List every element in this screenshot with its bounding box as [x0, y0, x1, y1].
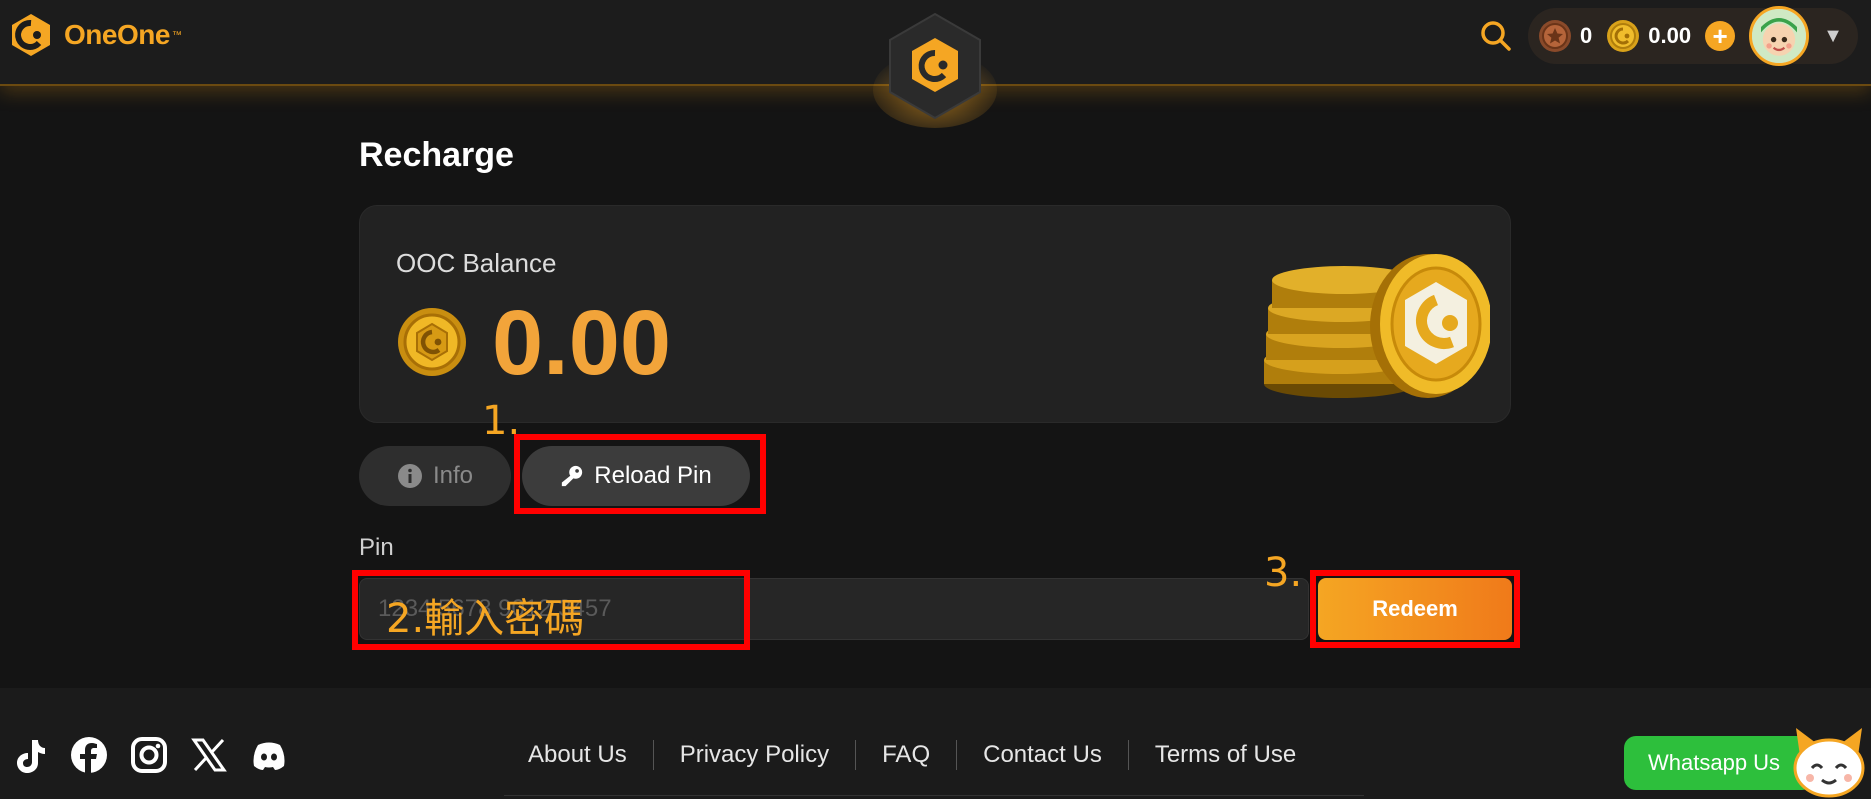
tab-info-label: Info: [432, 462, 474, 489]
user-avatar-icon: [1752, 9, 1807, 63]
brand-logo[interactable]: OneOne ™: [8, 12, 182, 58]
social-links: [10, 736, 310, 774]
center-logo-badge-icon: [873, 12, 997, 128]
pin-label: Pin: [359, 534, 394, 561]
cat-mascot-icon[interactable]: [1790, 726, 1868, 798]
footer-link-privacy-policy[interactable]: Privacy Policy: [654, 741, 855, 769]
wallet-balance-bar: 0 0.00 + ▼: [1528, 6, 1858, 66]
medal-balance: 0: [1580, 23, 1593, 48]
add-funds-button[interactable]: +: [1705, 21, 1736, 51]
annotation-step1: 1.: [482, 398, 521, 444]
top-header: OneOne ™ 0 0.00 + ▼: [0, 0, 1871, 128]
balance-amount: 0.00: [492, 292, 672, 394]
footer-link-contact-us[interactable]: Contact Us: [957, 741, 1128, 769]
medal-coin-icon: [1539, 20, 1571, 52]
balance-card: OOC Balance 0.00: [359, 205, 1511, 423]
brand-trademark: ™: [171, 29, 182, 41]
whatsapp-button[interactable]: Whatsapp Us: [1624, 736, 1814, 790]
ooc-coin-icon: [1607, 20, 1640, 52]
oneone-logo-icon: [12, 14, 50, 56]
annotation-step2: 2.輸入密碼: [386, 596, 585, 642]
brand-name: OneOne: [64, 19, 170, 50]
footer-divider-line: [504, 795, 1364, 796]
annotation-step3: 3.: [1264, 550, 1303, 596]
facebook-icon[interactable]: [70, 736, 108, 774]
search-icon[interactable]: [1478, 18, 1514, 54]
ooc-coin-icon: [398, 308, 466, 376]
whatsapp-label: Whatsapp Us: [1648, 750, 1781, 775]
page-title: Recharge: [359, 136, 514, 174]
footer-nav: About Us Privacy Policy FAQ Contact Us T…: [504, 740, 1322, 770]
account-menu-chevron-down-icon[interactable]: ▼: [1823, 25, 1843, 48]
footer-link-terms-of-use[interactable]: Terms of Use: [1129, 741, 1322, 769]
footer-link-faq[interactable]: FAQ: [856, 741, 956, 769]
annotation-box-redeem: [1310, 570, 1520, 648]
x-icon[interactable]: [190, 736, 228, 774]
coin-stack-icon: [1264, 254, 1490, 398]
discord-icon[interactable]: [250, 736, 288, 774]
tab-info[interactable]: Info: [359, 446, 511, 506]
footer: About Us Privacy Policy FAQ Contact Us T…: [0, 688, 1871, 799]
avatar[interactable]: [1749, 6, 1810, 66]
instagram-icon[interactable]: [130, 736, 168, 774]
tiktok-icon[interactable]: [10, 736, 48, 774]
balance-label: OOC Balance: [396, 248, 557, 278]
footer-link-about-us[interactable]: About Us: [504, 741, 653, 769]
annotation-box-reload-pin: [514, 434, 766, 514]
coin-balance: 0.00: [1648, 23, 1692, 48]
info-icon: [397, 463, 423, 489]
